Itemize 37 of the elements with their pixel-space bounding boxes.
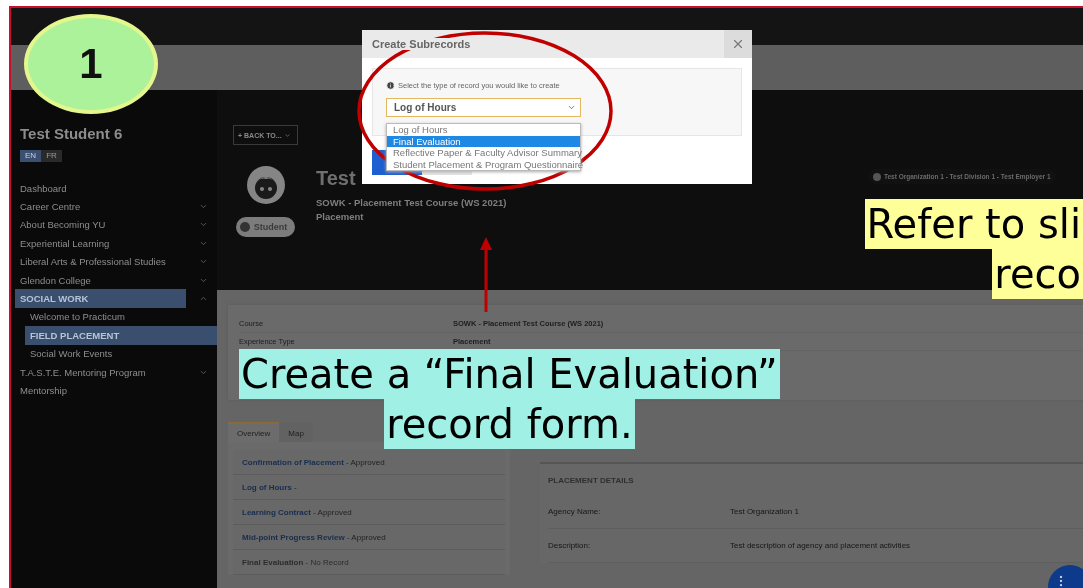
nav-item[interactable]: Mentorship <box>15 381 195 400</box>
tab[interactable]: Overview <box>228 422 280 442</box>
record-type-select[interactable]: Log of Hours <box>386 98 581 117</box>
experience-text: Placement <box>316 210 365 224</box>
nav-subitem[interactable]: FIELD PLACEMENT <box>25 326 217 345</box>
nav-item[interactable]: T.A.S.T.E. Mentoring Program <box>15 362 186 382</box>
language-toggle[interactable]: FR <box>41 150 62 162</box>
avatar-icon <box>245 165 286 205</box>
student-name: Test Student 6 <box>19 125 124 142</box>
dropdown-option[interactable]: Log of Hours <box>387 124 580 136</box>
chevron-down-icon <box>567 103 576 112</box>
close-icon <box>731 37 745 51</box>
nav-item[interactable]: SOCIAL WORK <box>15 289 186 308</box>
close-button[interactable] <box>724 30 752 58</box>
nav-item[interactable]: Career Centre <box>15 197 186 216</box>
nav-item[interactable]: Experiential Learning <box>15 234 186 253</box>
dialog-title: Create Subrecords <box>372 38 471 50</box>
nav-item[interactable]: About Becoming YU <box>15 215 186 235</box>
role-badge: Student <box>235 217 296 237</box>
callout-text: Refer to sli reco <box>864 199 1083 299</box>
course-text: SOWK - Placement Test Course (WS 2021) <box>316 196 508 210</box>
field-label: Agency Name: <box>548 507 602 516</box>
nav-subitem[interactable]: Welcome to Practicum <box>25 307 217 327</box>
nav-item[interactable]: Liberal Arts & Professional Studies <box>15 252 186 271</box>
field-label: Description: <box>548 541 592 550</box>
nav-item[interactable]: Dashboard <box>15 179 195 198</box>
nav-item[interactable]: Glendon College <box>15 270 186 290</box>
panel-title: PLACEMENT DETAILS <box>548 476 635 485</box>
dropdown-option[interactable]: Final Evaluation <box>387 135 580 147</box>
dropdown-option[interactable]: Reflective Paper & Faculty Advisor Summary <box>387 147 580 159</box>
field-value: Test description of agency and placement activities <box>730 541 911 550</box>
student-heading: Test <box>316 167 357 190</box>
nav-subitem[interactable]: Social Work Events <box>25 344 217 363</box>
info-icon <box>386 81 395 90</box>
language-toggle[interactable]: EN <box>20 150 41 162</box>
field-value: Test Organization 1 <box>730 507 799 516</box>
chevron-down-icon <box>283 131 291 139</box>
